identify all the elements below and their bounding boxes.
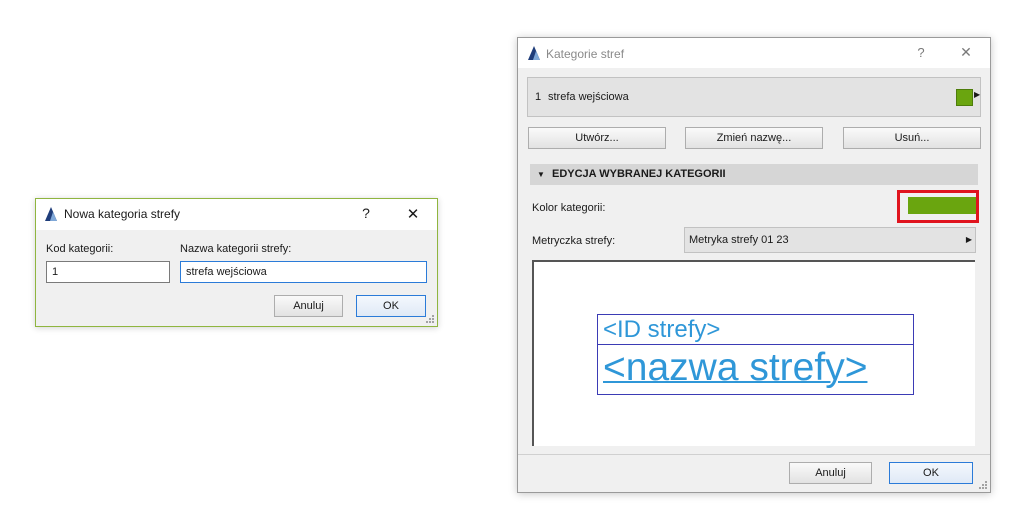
ok-button[interactable]: OK (356, 295, 426, 317)
cancel-button[interactable]: Anuluj (789, 462, 872, 484)
delete-button[interactable]: Usuń... (843, 127, 981, 149)
ok-button[interactable]: OK (889, 462, 973, 484)
triangle-down-icon: ▼ (537, 170, 545, 179)
zone-stamp-dropdown[interactable]: Metryka strefy 01 23 ▶ (684, 227, 976, 253)
category-name-label: Nazwa kategorii strefy: (180, 243, 292, 255)
rename-button[interactable]: Zmień nazwę... (685, 127, 823, 149)
zone-categories-title: Kategorie stref (546, 47, 625, 61)
archicad-logo-icon (45, 207, 57, 221)
new-category-dialog: Nowa kategoria strefy ? ✕ Kod kategorii:… (35, 198, 438, 327)
archicad-logo-icon (528, 46, 540, 60)
help-button[interactable]: ? (912, 45, 930, 60)
category-name-input[interactable] (180, 261, 427, 283)
category-color-swatch[interactable] (908, 197, 976, 214)
preview-id-box: <ID strefy> (597, 314, 914, 345)
category-item-color-swatch[interactable] (956, 89, 973, 106)
resize-grip-icon[interactable] (978, 480, 988, 490)
zone-stamp-value: Metryka strefy 01 23 (689, 234, 789, 246)
preview-name-box: <nazwa strefy> (597, 344, 914, 395)
chevron-right-icon[interactable]: ▶ (974, 90, 980, 99)
new-category-title: Nowa kategoria strefy (64, 207, 181, 221)
category-color-label: Kolor kategorii: (532, 202, 606, 214)
category-code-input[interactable] (46, 261, 170, 283)
help-button[interactable]: ? (356, 205, 376, 221)
category-list[interactable]: 1 strefa wejściowa ▶ (527, 77, 981, 117)
zone-categories-dialog: Kategorie stref ? ✕ 1 strefa wejściowa ▶… (517, 37, 991, 493)
edit-category-section-header[interactable]: ▼ EDYCJA WYBRANEJ KATEGORII (530, 164, 978, 185)
close-button[interactable]: ✕ (402, 205, 424, 223)
chevron-right-icon: ▶ (965, 235, 972, 244)
preview-zone-name: <nazwa strefy> (603, 346, 868, 389)
footer-divider (518, 454, 990, 455)
stamp-preview: <ID strefy> <nazwa strefy> (532, 260, 975, 446)
create-button[interactable]: Utwórz... (528, 127, 666, 149)
category-item-name: strefa wejściowa (548, 91, 629, 103)
preview-zone-id: <ID strefy> (603, 316, 721, 343)
zone-stamp-label: Metryczka strefy: (532, 235, 616, 247)
close-button[interactable]: ✕ (956, 44, 976, 61)
resize-grip-icon[interactable] (425, 314, 435, 324)
cancel-button[interactable]: Anuluj (274, 295, 343, 317)
new-category-titlebar[interactable]: Nowa kategoria strefy ? ✕ (36, 199, 437, 230)
zone-categories-titlebar[interactable]: Kategorie stref ? ✕ (518, 38, 990, 68)
section-title: EDYCJA WYBRANEJ KATEGORII (552, 168, 726, 180)
category-item-id: 1 (535, 91, 542, 103)
category-code-label: Kod kategorii: (46, 243, 114, 255)
